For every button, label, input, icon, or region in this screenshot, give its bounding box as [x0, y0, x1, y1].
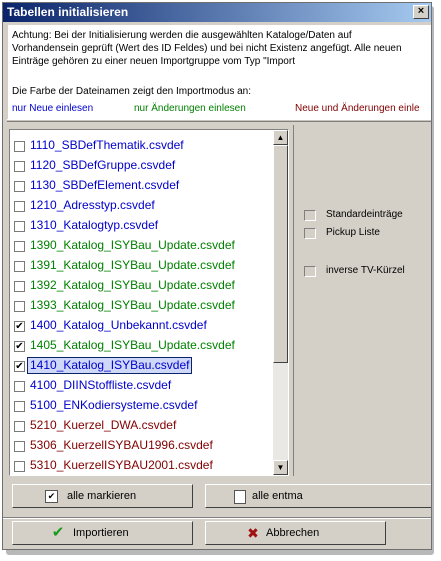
- file-list-item[interactable]: ✔ 1410_Katalog_ISYBau.csvdef: [10, 357, 272, 375]
- file-list-item[interactable]: 1391_Katalog_ISYBau_Update.csvdef: [10, 257, 272, 275]
- file-list-item[interactable]: 1120_SBDefGruppe.csvdef: [10, 157, 272, 175]
- checkbox-unchecked[interactable]: [14, 441, 25, 452]
- checkbox-unchecked[interactable]: [14, 161, 25, 172]
- import-button[interactable]: ✔ Importieren: [12, 521, 193, 545]
- option-checkbox[interactable]: [304, 266, 316, 277]
- option-label: Pickup Liste: [326, 227, 380, 238]
- close-icon: ×: [417, 5, 425, 17]
- legend-changes-only: nur Änderungen einlesen: [134, 103, 246, 114]
- file-label: 1120_SBDefGruppe.csvdef: [30, 158, 176, 172]
- close-button[interactable]: ×: [413, 5, 429, 19]
- checkbox-unchecked[interactable]: [14, 261, 25, 272]
- legend-new-only: nur Neue einlesen: [12, 103, 94, 114]
- title-bar: Tabellen initialisieren ×: [3, 3, 431, 22]
- vertical-scrollbar[interactable]: ▲ ▼: [273, 130, 288, 475]
- info-text: Achtung: Bei der Initialisierung werden …: [12, 30, 402, 67]
- file-list-item[interactable]: 1390_Katalog_ISYBau_Update.csvdef: [10, 237, 272, 255]
- file-list-item[interactable]: 5100_ENKodiersysteme.csvdef: [10, 397, 272, 415]
- checkbox-unchecked[interactable]: [14, 301, 25, 312]
- file-list-item[interactable]: 1393_Katalog_ISYBau_Update.csvdef: [10, 297, 272, 315]
- window-title: Tabellen initialisieren: [7, 5, 129, 19]
- legend-label: Die Farbe der Dateinamen zeigt den Impor…: [12, 86, 252, 97]
- file-label: 1392_Katalog_ISYBau_Update.csvdef: [30, 278, 235, 292]
- option-checkbox[interactable]: [304, 210, 316, 221]
- dialog-window: Tabellen initialisieren × Achtung: Bei d…: [2, 2, 432, 550]
- file-label: 1310_Katalogtyp.csvdef: [30, 218, 159, 232]
- file-list-item[interactable]: ✔ 1405_Katalog_ISYBau_Update.csvdef: [10, 337, 272, 355]
- unmark-all-button[interactable]: alle entma: [205, 484, 431, 508]
- mark-all-button[interactable]: ✔ alle markieren: [12, 484, 193, 508]
- unmark-all-label: alle entma: [252, 490, 303, 502]
- scroll-down-button[interactable]: ▼: [273, 460, 288, 475]
- file-list-item[interactable]: 5210_Kuerzel_DWA.csvdef: [10, 417, 272, 435]
- info-panel: Achtung: Bei der Initialisierung werden …: [8, 25, 431, 119]
- checkbox-unchecked[interactable]: [14, 201, 25, 212]
- file-label: 1400_Katalog_Unbekannt.csvdef: [30, 318, 207, 332]
- legend-new-and-changes: Neue und Änderungen einle: [295, 103, 420, 114]
- file-list-item[interactable]: 4100_DIINStoffliste.csvdef: [10, 377, 272, 395]
- checkbox-unchecked[interactable]: [14, 181, 25, 192]
- file-list-item[interactable]: 1392_Katalog_ISYBau_Update.csvdef: [10, 277, 272, 295]
- file-list-item[interactable]: 5306_KuerzelISYBAU1996.csvdef: [10, 437, 272, 455]
- file-label: 1393_Katalog_ISYBau_Update.csvdef: [30, 298, 235, 312]
- file-label: 1410_Katalog_ISYBau.csvdef: [27, 357, 193, 374]
- file-label: 5210_Kuerzel_DWA.csvdef: [30, 418, 177, 432]
- checkbox-checked-icon: ✔: [45, 490, 58, 503]
- file-label: 5310_KuerzelISYBAU2001.csvdef: [30, 458, 213, 472]
- checkbox-unchecked[interactable]: [14, 141, 25, 152]
- file-label: 4100_DIINStoffliste.csvdef: [30, 378, 172, 392]
- checkbox-unchecked[interactable]: [14, 241, 25, 252]
- file-list-item[interactable]: 1310_Katalogtyp.csvdef: [10, 217, 272, 235]
- cancel-x-icon: ✖: [247, 525, 259, 541]
- checkbox-checked[interactable]: ✔: [14, 321, 25, 332]
- cancel-label: Abbrechen: [266, 527, 320, 539]
- splitter[interactable]: [7, 119, 431, 122]
- file-list: 1110_SBDefThematik.csvdef 1120_SBDefGrupp…: [9, 129, 289, 476]
- file-list-item[interactable]: ✔ 1400_Katalog_Unbekannt.csvdef: [10, 317, 272, 335]
- file-label: 5100_ENKodiersysteme.csvdef: [30, 398, 198, 412]
- file-list-item[interactable]: 5310_KuerzelISYBAU2001.csvdef: [10, 457, 272, 475]
- checkbox-unchecked[interactable]: [14, 401, 25, 412]
- checkbox-unchecked[interactable]: [14, 461, 25, 472]
- checkbox-unchecked[interactable]: [14, 381, 25, 392]
- file-list-item[interactable]: 1210_Adresstyp.csvdef: [10, 197, 272, 215]
- file-label: 5306_KuerzelISYBAU1996.csvdef: [30, 438, 213, 452]
- mark-all-label: alle markieren: [67, 490, 137, 502]
- option-label: Standardeinträge: [326, 209, 403, 220]
- import-label: Importieren: [73, 527, 129, 539]
- checkbox-unchecked[interactable]: [14, 421, 25, 432]
- arrow-up-icon: ▲: [276, 133, 285, 142]
- file-list-item[interactable]: 1130_SBDefElement.csvdef: [10, 177, 272, 195]
- file-label: 1110_SBDefThematik.csvdef: [30, 138, 184, 152]
- options-panel: Standardeinträge Pickup Liste inverse TV…: [293, 125, 431, 476]
- checkbox-unchecked[interactable]: [14, 281, 25, 292]
- arrow-down-icon: ▼: [276, 463, 285, 472]
- cancel-button[interactable]: ✖ Abbrechen: [205, 521, 386, 545]
- file-label: 1405_Katalog_ISYBau_Update.csvdef: [30, 338, 235, 352]
- checkmark-icon: ✔: [51, 524, 65, 541]
- checkbox-checked[interactable]: ✔: [14, 341, 25, 352]
- checkbox-checked[interactable]: ✔: [14, 361, 25, 372]
- file-label: 1391_Katalog_ISYBau_Update.csvdef: [30, 258, 235, 272]
- scroll-up-button[interactable]: ▲: [273, 130, 288, 145]
- file-label: 1390_Katalog_ISYBau_Update.csvdef: [30, 238, 235, 252]
- scroll-thumb[interactable]: [273, 145, 288, 363]
- checkbox-unchecked[interactable]: [14, 221, 25, 232]
- footer-separator: [3, 517, 431, 519]
- file-label: 1210_Adresstyp.csvdef: [30, 198, 155, 212]
- file-label: 1130_SBDefElement.csvdef: [30, 178, 180, 192]
- option-checkbox[interactable]: [304, 228, 316, 239]
- file-list-item[interactable]: 1110_SBDefThematik.csvdef: [10, 137, 272, 155]
- option-label: inverse TV-Kürzel: [326, 265, 405, 276]
- checkbox-empty-icon: [234, 490, 246, 504]
